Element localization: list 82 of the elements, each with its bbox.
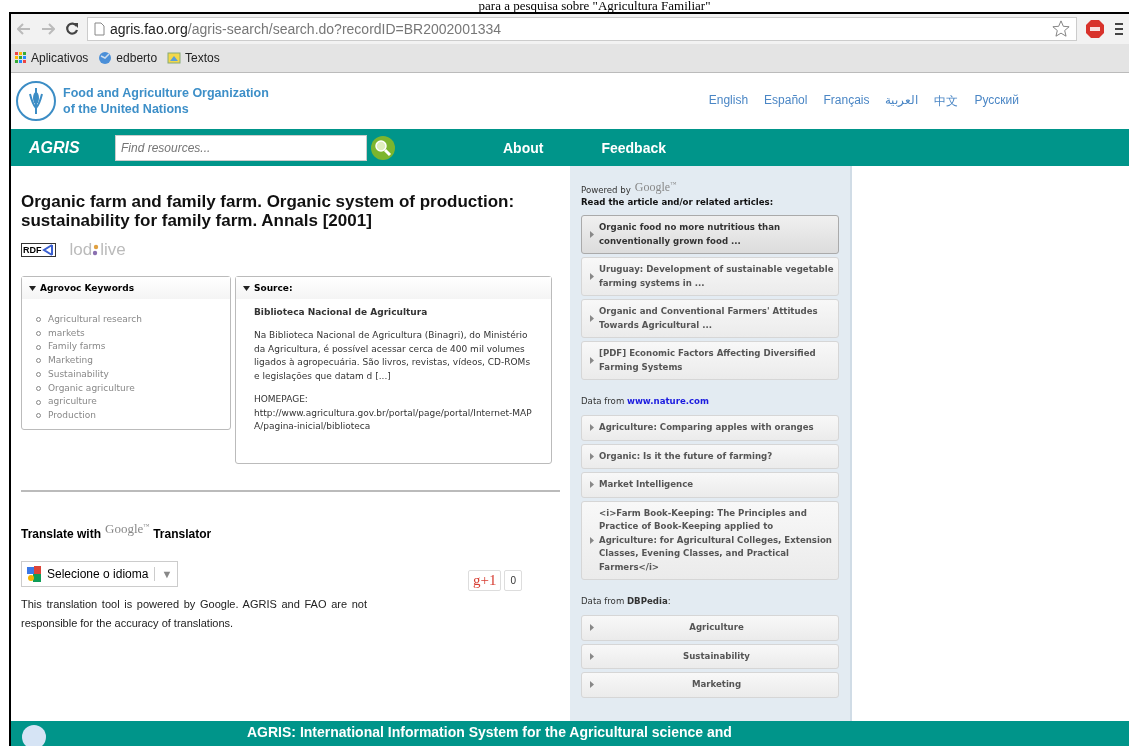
google-logo: Google$^{™}$ [105,521,150,537]
nav-link[interactable]: Feedback [601,139,667,156]
language-link[interactable]: 中文 [934,92,959,110]
topic-item[interactable]: Marketing [581,672,839,698]
language-select[interactable]: Selecione o idioma ▼ [21,560,179,587]
search-field[interactable]: Find resources... [115,134,367,161]
caret-right-icon [590,315,594,322]
caret-right-icon [590,652,594,660]
keyword-link[interactable]: Marketing [48,354,93,368]
panel-header[interactable]: Agrovoc Keywords [22,277,230,299]
article-item[interactable]: Organic: Is it the future of farming? [581,443,839,469]
colon-text: : [667,596,671,606]
source-name: DBPedia [627,596,668,606]
caret-right-icon [590,231,594,238]
keyword-link[interactable]: Family farms [48,340,106,355]
address-bar[interactable]: agris.fao.org/agris-search/search.do?recordID=BR2002001334 [87,17,1077,41]
caret-right-icon [590,452,594,460]
record-title: Organic farm and family farm. Organic system of production: sustainability for family farm. Annals [2001] [21,192,516,230]
rdf-link[interactable]: RDF [21,243,56,257]
stop-sign-icon[interactable] [1083,17,1107,41]
article-item[interactable]: Organic and Conventional Farmers' Attitudes Towards Agricultural ... [581,299,839,338]
caption-text: para a pesquisa sobre "Agricultura Familiar" [478,0,711,12]
translate-icon [27,565,41,582]
dots-icon [92,244,101,256]
panel-header[interactable]: Source: [236,277,551,299]
apps-grid-icon [15,52,27,64]
keyword-link[interactable]: agriculture [48,395,97,409]
language-link[interactable]: English [708,92,749,110]
keyword-link[interactable]: Organic agriculture [48,381,135,396]
caret-right-icon [590,357,594,364]
language-link[interactable]: Español [764,92,808,110]
data-source-label: Data from [581,596,625,606]
page-icon [94,22,105,36]
translate-label: Translate with [21,527,102,541]
homepage-url: http://www.agricultura.gov.br/portal/page/portal/Internet-MAPA/pagina-inicial/biblioteca [254,406,533,433]
source-description: Na Biblioteca Nacional de Agricultura (Binagri), do Ministério da Agricultura, é possível acessar cerca de 400 mil volumes ligados à agropecuária. São livros, revistas, vídeos, CD-ROMs e legislações que datam d [...] [254,329,532,383]
reload-icon[interactable] [63,20,81,38]
source-name: Biblioteca Nacional de Agricultura [254,307,429,317]
keyword-link[interactable]: markets [48,326,85,341]
section-heading: Read the article and/or related articles: [581,197,775,207]
article-item[interactable]: [PDF] Economic Factors Affecting Diversified Farming Systems [581,341,839,380]
caret-right-icon [590,624,594,632]
caret-right-icon [590,536,594,544]
disclaimer-text: This translation tool is powered by Google. AGRIS and FAO are not responsible for the accuracy of translations. [21,597,367,631]
plus-one-button[interactable]: g+1 [467,570,502,591]
caret-right-icon [590,681,594,689]
powered-by-label: Powered by [581,185,631,195]
language-link[interactable]: Français [823,92,870,110]
menu-icon[interactable] [1113,20,1125,38]
keyword-link[interactable]: Sustainability [48,367,109,382]
brand-logo[interactable]: AGRIS [11,138,115,157]
source-link[interactable]: www.nature.com [627,396,709,406]
emblem-icon [15,80,57,122]
article-item[interactable]: Organic food no more nutritious than conventionally grown food ... [581,215,839,254]
keyword-link[interactable]: Production [48,408,96,423]
google-logo: Google$^{™}$ [634,180,677,195]
topic-item[interactable]: Sustainability [581,643,839,669]
bookmark-link[interactable]: Textos [167,51,220,65]
language-link[interactable]: العربية [885,92,919,110]
image-icon [167,51,182,65]
topic-item[interactable]: Agriculture [581,615,839,641]
article-item[interactable]: Market Intelligence [581,472,839,498]
article-item[interactable]: Agriculture: Comparing apples with oranges [581,415,839,441]
caret-right-icon [590,481,594,489]
organization-name[interactable]: Food and Agriculture Organization of the United Nations [63,85,269,117]
star-icon[interactable] [1052,20,1070,38]
share-icon [41,244,54,256]
keyword-link[interactable]: Agricultural research [48,313,142,327]
caret-right-icon [590,273,594,280]
homepage-label: HOMEPAGE: [254,393,309,406]
language-link[interactable]: Русский [974,92,1019,110]
nav-link[interactable]: About [503,139,544,156]
article-item[interactable]: Uruguay: Development of sustainable vegetable farming systems in ... [581,257,839,296]
footer-title: AGRIS: International Information System for the Agricultural science and [247,724,732,740]
count-bubble: 0 [504,570,522,591]
data-source-label: Data from [581,396,625,406]
translate-label: Translator [153,527,212,541]
bookmark-link[interactable]: Aplicativos [15,51,89,65]
article-item[interactable]: <i>Farm Book-Keeping: The Principles and Practice of Book-Keeping applied to Agriculture: for Agricultural Colleges, Extension Classes, Evening Classes, and Practical Farmers</i> [581,500,839,580]
search-icon[interactable] [371,135,395,160]
bookmark-link[interactable]: edberto [98,51,158,65]
caret-right-icon [590,424,594,432]
